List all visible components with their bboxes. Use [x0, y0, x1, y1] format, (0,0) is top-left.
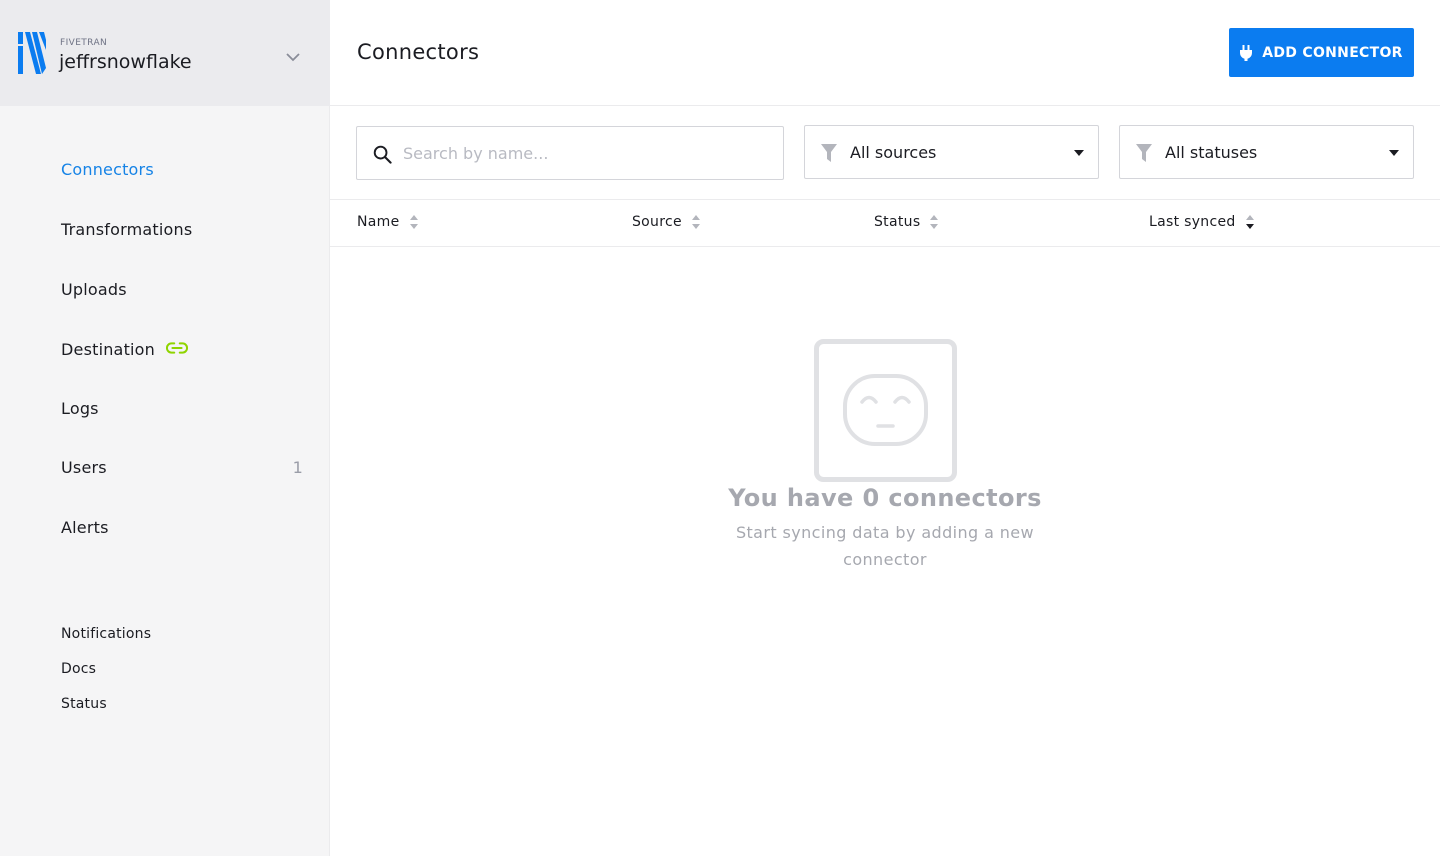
empty-state-subtitle: Start syncing data by adding a new conne…	[735, 523, 1035, 569]
source-filter-value: All sources	[850, 143, 937, 162]
nav-item-connectors[interactable]: Connectors	[61, 160, 303, 184]
nav-item-label: Connectors	[61, 160, 154, 179]
plug-icon	[1240, 44, 1253, 61]
main-content: Connectors ADD CONNECTOR All sources All…	[330, 0, 1440, 856]
nav-item-label: Alerts	[61, 518, 109, 537]
sort-icon	[930, 215, 939, 229]
column-header-last-synced[interactable]: Last synced	[1149, 214, 1254, 230]
account-name: jeffrsnowflake	[59, 51, 192, 73]
column-header-label: Name	[357, 214, 400, 230]
nav-item-logs[interactable]: Logs	[61, 399, 303, 423]
add-connector-button[interactable]: ADD CONNECTOR	[1229, 28, 1414, 77]
column-header-status[interactable]: Status	[874, 214, 939, 230]
nav-item-label: Destination	[61, 340, 156, 359]
sad-face-icon	[814, 339, 957, 482]
nav-item-users[interactable]: Users 1	[61, 458, 303, 482]
filter-icon	[821, 144, 837, 162]
filter-icon	[1136, 144, 1152, 162]
caret-down-icon	[1389, 150, 1399, 156]
caret-down-icon	[1074, 150, 1084, 156]
account-switcher[interactable]: FIVETRAN jeffrsnowflake	[0, 0, 330, 106]
empty-state: You have 0 connectors Start syncing data…	[330, 339, 1440, 579]
nav-item-label: Logs	[61, 399, 99, 418]
column-header-source[interactable]: Source	[632, 214, 700, 230]
sort-icon	[691, 215, 700, 229]
status-filter-select[interactable]: All statuses	[1119, 125, 1414, 179]
column-header-label: Status	[874, 214, 921, 230]
search-box[interactable]	[356, 126, 784, 180]
header-divider	[330, 105, 1440, 106]
nav-item-alerts[interactable]: Alerts	[61, 518, 303, 542]
add-connector-label: ADD CONNECTOR	[1262, 44, 1403, 61]
fivetran-logo	[18, 32, 46, 74]
column-header-label: Source	[632, 214, 682, 230]
sidebar: FIVETRAN jeffrsnowflake Connectors Trans…	[0, 0, 330, 856]
nav-item-label: Uploads	[61, 280, 127, 299]
nav-item-uploads[interactable]: Uploads	[61, 280, 303, 304]
brand-label: FIVETRAN	[60, 38, 108, 48]
link-icon	[166, 342, 189, 354]
table-header: Name Source Status Last synced	[330, 200, 1440, 247]
nav-link-status[interactable]: Status	[61, 696, 261, 712]
column-header-name[interactable]: Name	[357, 214, 418, 230]
column-header-label: Last synced	[1149, 214, 1236, 230]
nav-link-notifications[interactable]: Notifications	[61, 626, 261, 642]
nav-item-transformations[interactable]: Transformations	[61, 220, 303, 244]
source-filter-select[interactable]: All sources	[804, 125, 1099, 179]
nav-item-label: Users	[61, 458, 107, 477]
sort-desc-icon	[1245, 215, 1254, 229]
nav-link-docs[interactable]: Docs	[61, 661, 261, 677]
search-icon	[373, 145, 392, 164]
empty-state-title: You have 0 connectors	[728, 484, 1042, 512]
search-input[interactable]	[403, 137, 763, 169]
chevron-down-icon[interactable]	[285, 50, 301, 64]
status-filter-value: All statuses	[1165, 143, 1258, 162]
users-count: 1	[292, 458, 303, 477]
page-title: Connectors	[357, 40, 480, 64]
nav-item-destination[interactable]: Destination	[61, 340, 303, 364]
sort-icon	[409, 215, 418, 229]
nav-item-label: Transformations	[61, 220, 193, 239]
